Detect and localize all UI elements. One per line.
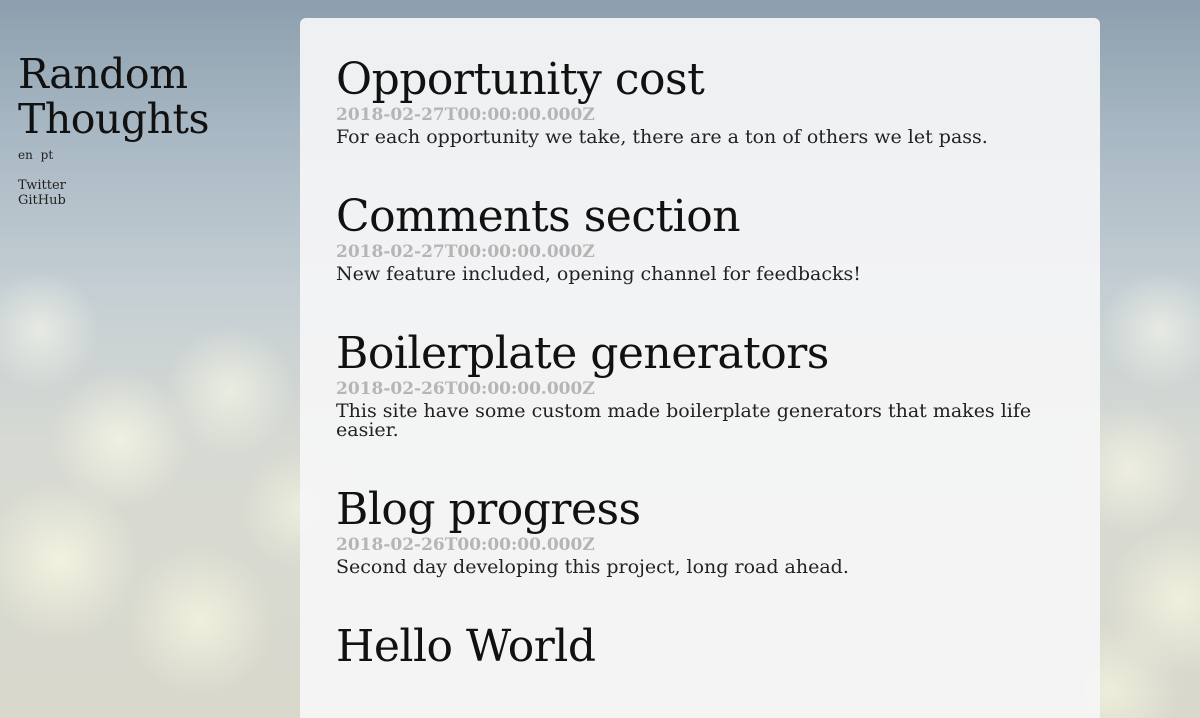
post-item: Hello World <box>336 621 1064 673</box>
post-title: Hello World <box>336 621 1064 673</box>
site-title-line2[interactable]: Thoughts <box>18 95 210 143</box>
site-title-line1[interactable]: Random <box>18 50 188 98</box>
post-title: Boilerplate generators <box>336 328 1064 380</box>
post-date: 2018-02-27T00:00:00.000Z <box>336 242 595 262</box>
post-item: Boilerplate generators 2018-02-26T00:00:… <box>336 328 1064 440</box>
post-date: 2018-02-27T00:00:00.000Z <box>336 105 595 125</box>
post-title: Blog progress <box>336 484 1064 536</box>
post-summary: This site have some custom made boilerpl… <box>336 400 1032 441</box>
social-links: Twitter GitHub <box>18 178 268 208</box>
post-item: Comments section 2018-02-27T00:00:00.000… <box>336 191 1064 284</box>
post-title-link[interactable]: Hello World <box>336 621 596 672</box>
language-switcher: en pt <box>18 148 268 162</box>
post-summary: Second day developing this project, long… <box>336 556 849 578</box>
post-summary: For each opportunity we take, there are … <box>336 126 988 148</box>
github-link[interactable]: GitHub <box>18 193 268 208</box>
site-title[interactable]: Random Thoughts <box>18 52 268 142</box>
post-item: Blog progress 2018-02-26T00:00:00.000Z S… <box>336 484 1064 577</box>
sidebar: Random Thoughts en pt Twitter GitHub <box>18 52 268 209</box>
post-date: 2018-02-26T00:00:00.000Z <box>336 379 595 399</box>
twitter-link[interactable]: Twitter <box>18 178 268 193</box>
post-title: Comments section <box>336 191 1064 243</box>
post-title-link[interactable]: Boilerplate generators <box>336 328 829 379</box>
language-link-pt[interactable]: pt <box>41 148 54 162</box>
post-summary: New feature included, opening channel fo… <box>336 263 861 285</box>
post-title: Opportunity cost <box>336 54 1064 106</box>
post-title-link[interactable]: Blog progress <box>336 484 641 535</box>
post-list: Opportunity cost 2018-02-27T00:00:00.000… <box>300 18 1100 718</box>
post-date: 2018-02-26T00:00:00.000Z <box>336 535 595 555</box>
post-title-link[interactable]: Comments section <box>336 191 741 242</box>
language-link-en[interactable]: en <box>18 148 33 162</box>
post-item: Opportunity cost 2018-02-27T00:00:00.000… <box>336 54 1064 147</box>
post-title-link[interactable]: Opportunity cost <box>336 54 705 105</box>
